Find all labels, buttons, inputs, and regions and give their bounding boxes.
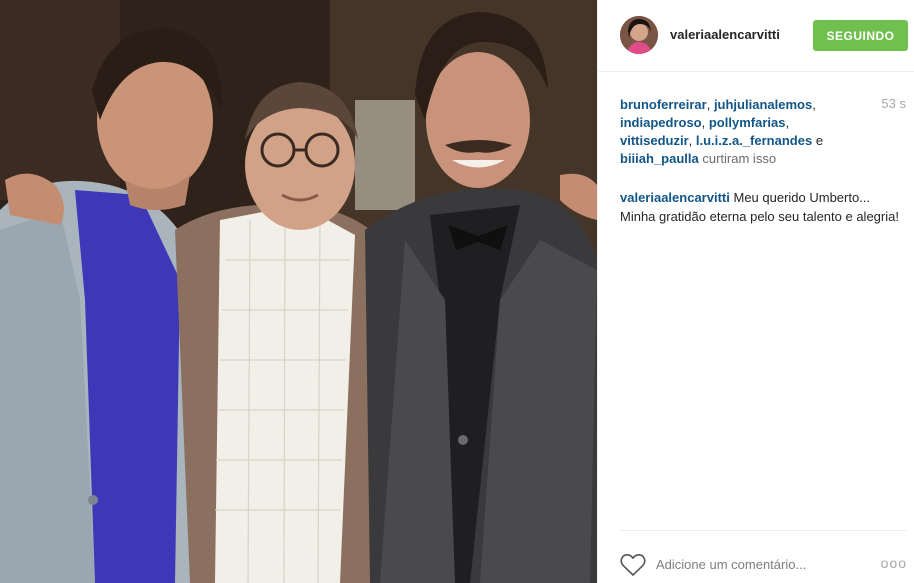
following-button[interactable]: SEGUINDO: [813, 20, 908, 51]
separator-comma: ,: [706, 97, 714, 112]
avatar[interactable]: [620, 16, 658, 54]
post-details-panel: valeriaalencarvitti SEGUINDO brunoferrei…: [597, 0, 914, 583]
like-user-link[interactable]: juhjulianalemos: [714, 97, 812, 112]
caption-username-link[interactable]: valeriaalencarvitti: [620, 190, 730, 205]
separator-comma: ,: [688, 133, 696, 148]
header-username-link[interactable]: valeriaalencarvitti: [670, 27, 780, 42]
post-caption: valeriaalencarvitti Meu querido Umberto.…: [620, 188, 905, 226]
separator-comma: ,: [701, 115, 709, 130]
like-user-link[interactable]: pollymfarias: [709, 115, 786, 130]
avatar-image: [620, 16, 658, 54]
comment-input[interactable]: [656, 553, 856, 575]
like-user-link[interactable]: indiapedroso: [620, 115, 702, 130]
like-user-link[interactable]: biiiah_paulla: [620, 151, 699, 166]
likes-conjunction: e: [815, 133, 824, 148]
more-options-icon[interactable]: ooo: [881, 555, 907, 571]
like-user-link[interactable]: l.u.i.z.a._fernandes: [696, 133, 812, 148]
like-user-link[interactable]: brunoferreirar: [620, 97, 707, 112]
comment-footer: ooo: [620, 530, 907, 583]
post-header: valeriaalencarvitti SEGUINDO: [598, 0, 914, 72]
photo-illustration: [0, 0, 597, 583]
heart-icon[interactable]: [620, 553, 646, 577]
likes-suffix: curtiram isso: [702, 151, 777, 166]
separator-comma: ,: [812, 97, 816, 112]
post-photo[interactable]: [0, 0, 597, 583]
likes-summary: brunoferreirar, juhjulianalemos, indiape…: [620, 96, 860, 168]
like-user-link[interactable]: vittiseduzir: [620, 133, 689, 148]
post-timestamp[interactable]: 53 s: [881, 96, 906, 111]
separator-comma: ,: [785, 115, 790, 130]
